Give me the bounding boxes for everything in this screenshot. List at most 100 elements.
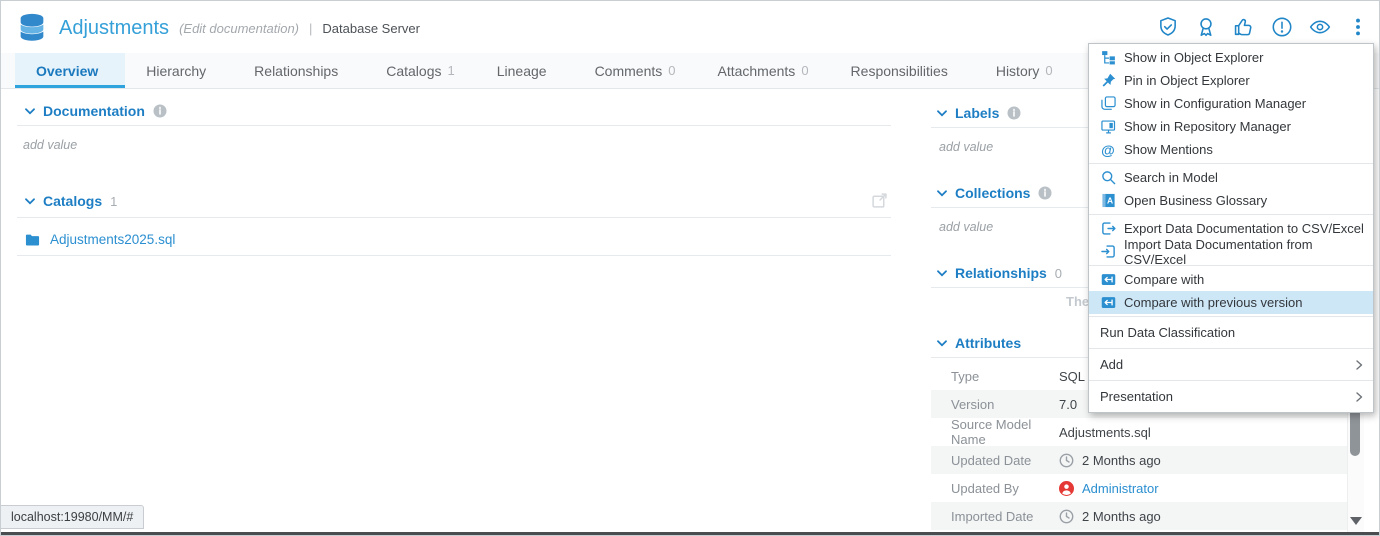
documentation-add-value[interactable]: add value [23,138,77,152]
tab-hierarchy[interactable]: Hierarchy [125,53,233,88]
tab-count: 0 [1045,63,1052,78]
external-link-icon[interactable] [871,192,888,209]
tab-label: Lineage [497,63,547,79]
alert-circle-icon[interactable] [1271,16,1293,38]
menu-item-label: Pin in Object Explorer [1124,73,1250,88]
chevron-down-icon[interactable] [937,190,947,197]
info-icon[interactable] [1007,106,1021,120]
attr-row-updated-by: Updated By Administrator [931,474,1347,502]
tab-lineage[interactable]: Lineage [476,53,574,88]
attr-row-source-model: Source Model Name Adjustments.sql [931,418,1347,446]
menu-item-import-data-documentation[interactable]: Import Data Documentation from CSV/Excel [1089,240,1373,263]
menu-item-show-mentions[interactable]: @ Show Mentions [1089,138,1373,161]
updated-by-link[interactable]: Administrator [1082,481,1159,496]
menu-item-label: Compare with previous version [1124,295,1302,310]
eye-icon[interactable] [1309,16,1331,38]
menu-item-compare-with-previous-version[interactable]: Compare with previous version [1089,291,1373,314]
search-icon [1100,170,1116,185]
labels-section-header: Labels [937,104,1021,122]
menu-item-label: Run Data Classification [1100,325,1235,340]
compare-icon [1100,295,1116,310]
menu-item-label: Search in Model [1124,170,1218,185]
menu-separator [1089,163,1373,164]
attr-label: Source Model Name [931,417,1059,447]
info-icon[interactable] [1038,186,1052,200]
chevron-down-icon[interactable] [937,270,947,277]
tab-count: 1 [448,63,455,78]
chevron-down-icon[interactable] [937,340,947,347]
user-avatar-icon [1059,481,1074,496]
status-url-bubble: localhost:19980/MM/# [1,505,144,529]
tab-responsibilities[interactable]: Responsibilities [830,53,975,88]
export-icon [1100,221,1116,236]
pin-icon [1100,73,1116,88]
tab-overview[interactable]: Overview [15,53,125,88]
at-icon: @ [1100,143,1116,157]
info-icon[interactable] [153,104,167,118]
menu-item-add[interactable]: Add [1089,351,1373,378]
catalog-list-item[interactable]: Adjustments2025.sql [17,223,891,255]
attr-label: Updated By [931,481,1059,496]
section-title: Catalogs [43,193,102,209]
menu-item-label: Show in Configuration Manager [1124,96,1306,111]
menu-separator [1089,348,1373,349]
chevron-down-icon[interactable] [25,108,35,115]
collections-section-header: Collections [937,184,1052,202]
chevron-down-icon[interactable] [937,110,947,117]
tab-label: History [996,63,1040,79]
menu-item-run-data-classification[interactable]: Run Data Classification [1089,319,1373,346]
attr-row-imported-date: Imported Date 2 Months ago [931,502,1347,530]
menu-item-search-in-model[interactable]: Search in Model [1089,166,1373,189]
section-title: Relationships [955,265,1047,281]
menu-item-pin-in-object-explorer[interactable]: Pin in Object Explorer [1089,69,1373,92]
documentation-section-header: Documentation [25,102,167,120]
catalog-link[interactable]: Adjustments2025.sql [50,232,175,247]
tab-label: Attachments [717,63,795,79]
page-title: Adjustments [59,17,169,40]
menu-item-open-business-glossary[interactable]: A Open Business Glossary [1089,189,1373,212]
clock-icon [1059,453,1074,468]
tab-comments[interactable]: Comments0 [574,53,697,88]
divider [17,255,891,256]
folder-icon [25,232,40,247]
labels-add-value[interactable]: add value [939,140,993,154]
tab-attachments[interactable]: Attachments0 [696,53,829,88]
menu-item-label: Show Mentions [1124,142,1213,157]
divider [17,217,891,218]
tab-history[interactable]: History 0 [975,53,1074,88]
menu-separator [1089,214,1373,215]
kebab-menu-icon[interactable] [1347,16,1369,38]
tab-catalogs[interactable]: Catalogs1 [365,53,476,88]
menu-separator [1089,316,1373,317]
header-action-icons [1157,16,1369,38]
thumbs-up-icon[interactable] [1233,16,1255,38]
taskbar-edge [1,532,1379,535]
monitor-icon [1100,119,1116,134]
scrollbar-down-arrow[interactable] [1350,517,1362,525]
medal-icon[interactable] [1195,16,1217,38]
header-title-group: Adjustments (Edit documentation) | Datab… [15,9,420,47]
menu-item-label: Open Business Glossary [1124,193,1267,208]
menu-item-show-in-repository-manager[interactable]: Show in Repository Manager [1089,115,1373,138]
collections-add-value[interactable]: add value [939,220,993,234]
catalogs-section-header: Catalogs 1 [25,192,117,210]
attr-label: Version [931,397,1059,412]
section-title: Documentation [43,103,145,119]
tab-relationships[interactable]: Relationships [233,53,365,88]
chevron-down-icon[interactable] [25,198,35,205]
menu-item-label: Show in Repository Manager [1124,119,1291,134]
status-url: localhost:19980/MM/# [11,510,133,524]
menu-item-presentation[interactable]: Presentation [1089,383,1373,410]
attr-label: Updated Date [931,453,1059,468]
menu-item-show-in-object-explorer[interactable]: Show in Object Explorer [1089,46,1373,69]
compare-icon [1100,272,1116,287]
attr-value: Adjustments.sql [1059,425,1151,440]
menu-item-compare-with[interactable]: Compare with [1089,268,1373,291]
edit-documentation-hint[interactable]: (Edit documentation) [179,21,299,36]
object-type-label: Database Server [322,21,420,36]
tab-label: Relationships [254,63,338,79]
glossary-icon: A [1100,193,1116,208]
menu-item-show-in-configuration-manager[interactable]: Show in Configuration Manager [1089,92,1373,115]
shield-check-icon[interactable] [1157,16,1179,38]
attr-label: Type [931,369,1059,384]
